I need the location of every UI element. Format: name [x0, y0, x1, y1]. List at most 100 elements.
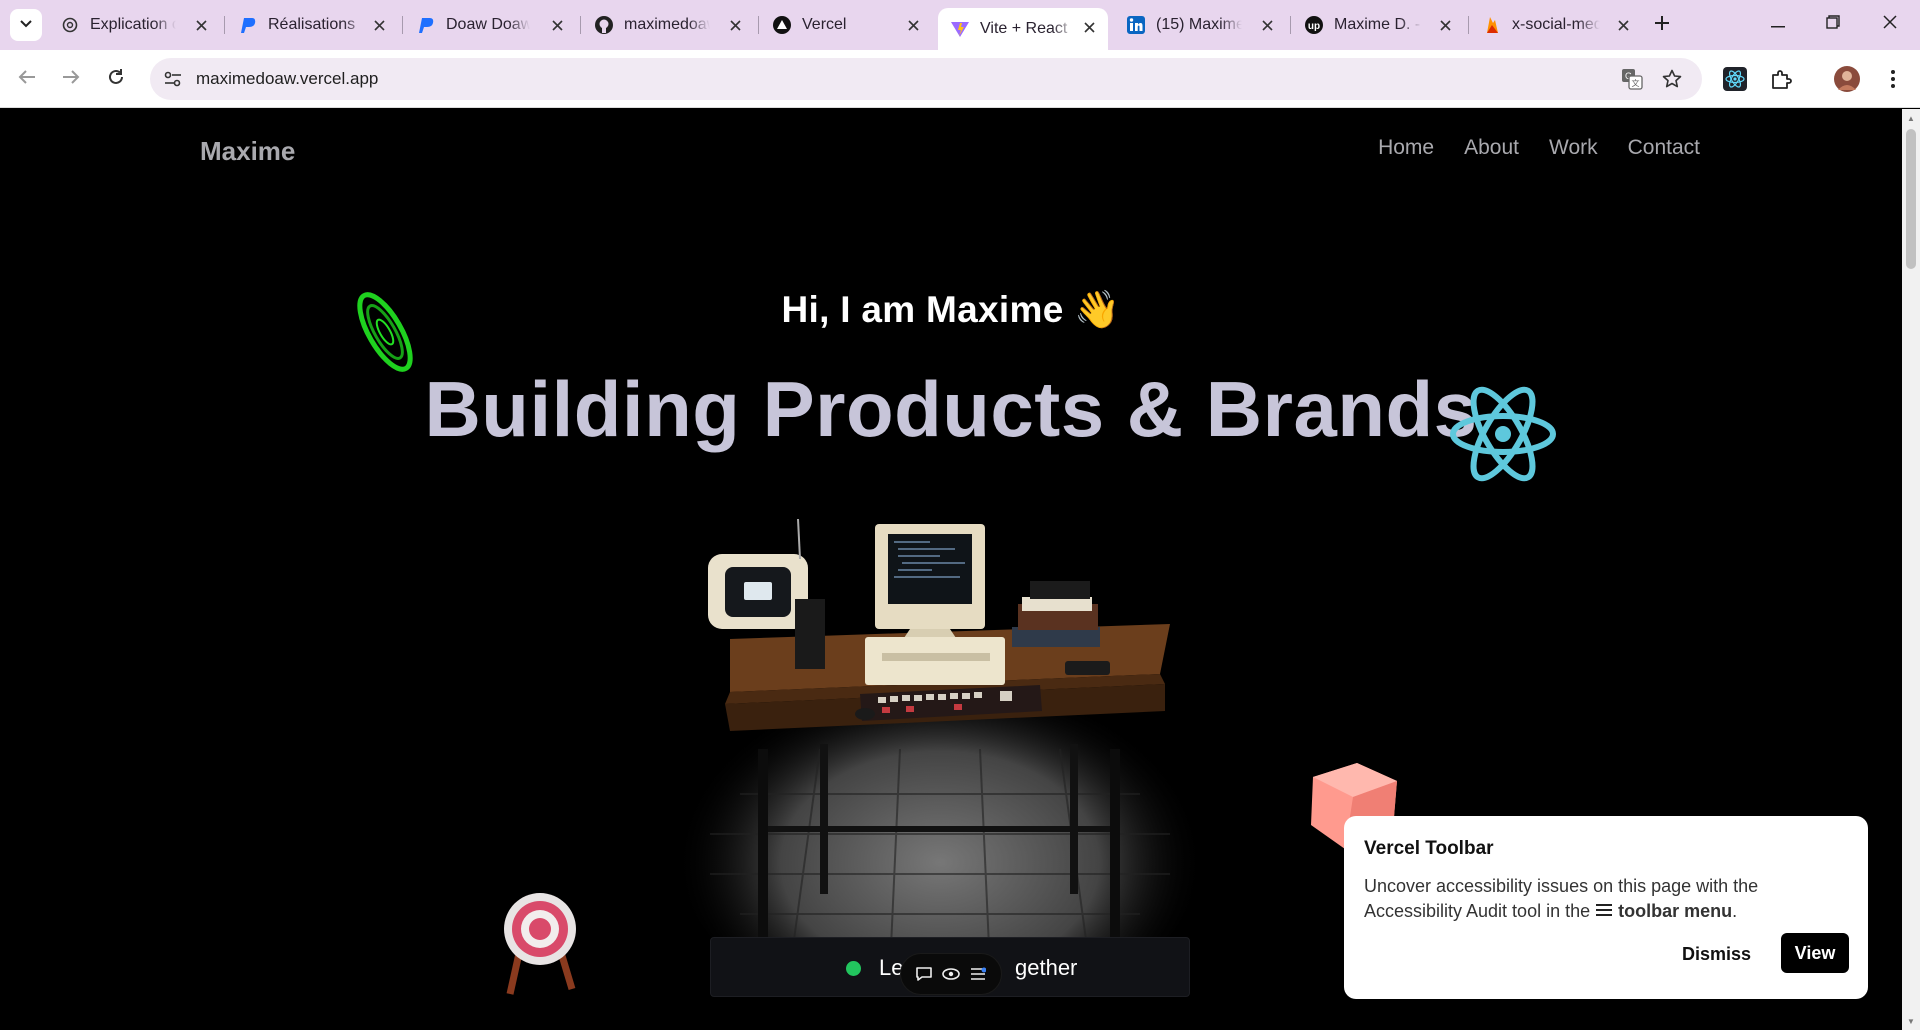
tab-linkedin[interactable]: (15) Maxime [1114, 10, 1286, 40]
tab-title: Vite + React [980, 20, 1068, 37]
nav-about-link[interactable]: About [1464, 136, 1519, 160]
svg-text:up: up [1308, 21, 1320, 32]
nav-contact-link[interactable]: Contact [1628, 136, 1700, 160]
upwork-icon: up [1304, 15, 1324, 35]
tab-title: Maxime D. - I [1334, 16, 1422, 33]
vercel-icon [772, 15, 792, 35]
site-info-icon[interactable] [160, 66, 186, 92]
reload-button[interactable] [100, 63, 132, 95]
tab-search-button[interactable] [10, 9, 42, 41]
openai-icon [60, 15, 80, 35]
chevron-down-icon [19, 16, 33, 34]
tab-title: maximedoaw [624, 16, 710, 33]
tab-strip: Explication co Réalisations Doaw Doaw I … [0, 0, 1920, 50]
vite-icon [950, 19, 970, 39]
close-icon[interactable] [726, 16, 744, 34]
close-icon[interactable] [1436, 16, 1454, 34]
reload-icon [107, 68, 125, 91]
tab-firebase[interactable]: x-social-med [1470, 10, 1642, 40]
close-icon[interactable] [904, 16, 922, 34]
translate-icon[interactable]: G文 [1620, 67, 1644, 91]
hero-greeting: Hi, I am Maxime 👋 [781, 289, 1121, 330]
popup-body: Uncover accessibility issues on this pag… [1364, 874, 1848, 924]
status-dot [846, 961, 861, 976]
avatar[interactable] [1832, 64, 1862, 94]
more-menu-icon[interactable] [1878, 64, 1908, 94]
address-bar[interactable]: maximedoaw.vercel.app G文 [150, 58, 1702, 100]
new-tab-button[interactable] [1650, 13, 1674, 37]
vercel-toolbar-pill[interactable] [900, 953, 1002, 995]
scrollbar-thumb[interactable] [1906, 129, 1916, 269]
dismiss-button[interactable]: Dismiss [1682, 944, 1751, 965]
forward-button[interactable] [55, 63, 87, 95]
desk-scene-illustration [675, 518, 1205, 989]
scroll-up-icon[interactable]: ▲ [1906, 113, 1916, 123]
restore-button[interactable] [1813, 8, 1853, 40]
react-logo-icon [1450, 386, 1556, 482]
tab-vercel[interactable]: Vercel [760, 10, 932, 40]
minimize-button[interactable] [1758, 8, 1798, 40]
hamburger-icon [1595, 901, 1613, 921]
popup-title: Vercel Toolbar [1364, 838, 1494, 859]
page-viewport: Maxime Home About Work Contact Hi, I am … [0, 109, 1902, 1030]
page-scrollbar[interactable]: ▲ ▼ [1902, 109, 1920, 1030]
tab-upwork[interactable]: up Maxime D. - I [1292, 10, 1464, 40]
close-icon [1883, 14, 1897, 34]
tab-doaw[interactable]: Doaw Doaw I [404, 10, 576, 40]
tab-divider [580, 16, 581, 34]
arrow-right-icon [62, 69, 80, 90]
comment-icon[interactable] [913, 963, 935, 985]
svg-text:文: 文 [1632, 78, 1640, 88]
hero-headline: Building Products & Brands [424, 365, 1478, 453]
tab-realisations[interactable]: Réalisations [226, 10, 398, 40]
scroll-down-icon[interactable]: ▼ [1906, 1016, 1916, 1026]
tab-title: Vercel [802, 16, 847, 33]
plus-icon [1654, 15, 1670, 36]
popup-body-bold: toolbar menu [1618, 901, 1733, 921]
browser-toolbar: maximedoaw.vercel.app G文 [0, 50, 1920, 108]
extensions-puzzle-icon[interactable] [1766, 64, 1796, 94]
tab-title: Réalisations [268, 16, 356, 33]
minimize-icon [1771, 15, 1785, 33]
tab-vite-react[interactable]: Vite + React [938, 8, 1108, 50]
arrow-left-icon [18, 69, 36, 90]
close-icon[interactable] [1258, 16, 1276, 34]
url-text[interactable]: maximedoaw.vercel.app [196, 69, 378, 89]
tab-divider [402, 16, 403, 34]
firebase-icon [1482, 15, 1502, 35]
close-icon[interactable] [1614, 16, 1632, 34]
tab-title: (15) Maxime [1156, 16, 1242, 33]
view-button[interactable]: View [1781, 933, 1849, 973]
github-icon [594, 15, 614, 35]
nav-home-link[interactable]: Home [1378, 136, 1434, 160]
tab-divider [758, 16, 759, 34]
cta-text-right: gether [1015, 955, 1078, 980]
target-icon [504, 893, 576, 995]
menu-icon[interactable] [967, 963, 989, 985]
restore-icon [1826, 14, 1840, 34]
eye-icon[interactable] [940, 963, 962, 985]
tab-divider [1468, 16, 1469, 34]
green-ring-icon [357, 292, 413, 372]
site-nav: Home About Work Contact [1378, 136, 1700, 160]
popup-body-end: . [1732, 901, 1738, 921]
tab-title: x-social-med [1512, 16, 1600, 33]
publisher-p-icon [238, 15, 258, 35]
tab-divider [1290, 16, 1291, 34]
close-icon[interactable] [192, 16, 210, 34]
linkedin-icon [1126, 15, 1146, 35]
back-button[interactable] [11, 63, 43, 95]
tab-github[interactable]: maximedoaw [582, 10, 754, 40]
react-devtools-icon[interactable] [1720, 64, 1750, 94]
close-icon[interactable] [370, 16, 388, 34]
close-icon[interactable] [1080, 18, 1098, 36]
close-icon[interactable] [548, 16, 566, 34]
nav-work-link[interactable]: Work [1549, 136, 1598, 160]
star-icon[interactable] [1660, 67, 1684, 91]
vercel-toolbar-popup: Vercel Toolbar Uncover accessibility iss… [1344, 816, 1868, 999]
tab-explication[interactable]: Explication co [48, 10, 220, 40]
tab-title: Explication co [90, 16, 176, 33]
window-close-button[interactable] [1870, 8, 1910, 40]
site-brand[interactable]: Maxime [200, 136, 295, 167]
tab-divider [224, 16, 225, 34]
